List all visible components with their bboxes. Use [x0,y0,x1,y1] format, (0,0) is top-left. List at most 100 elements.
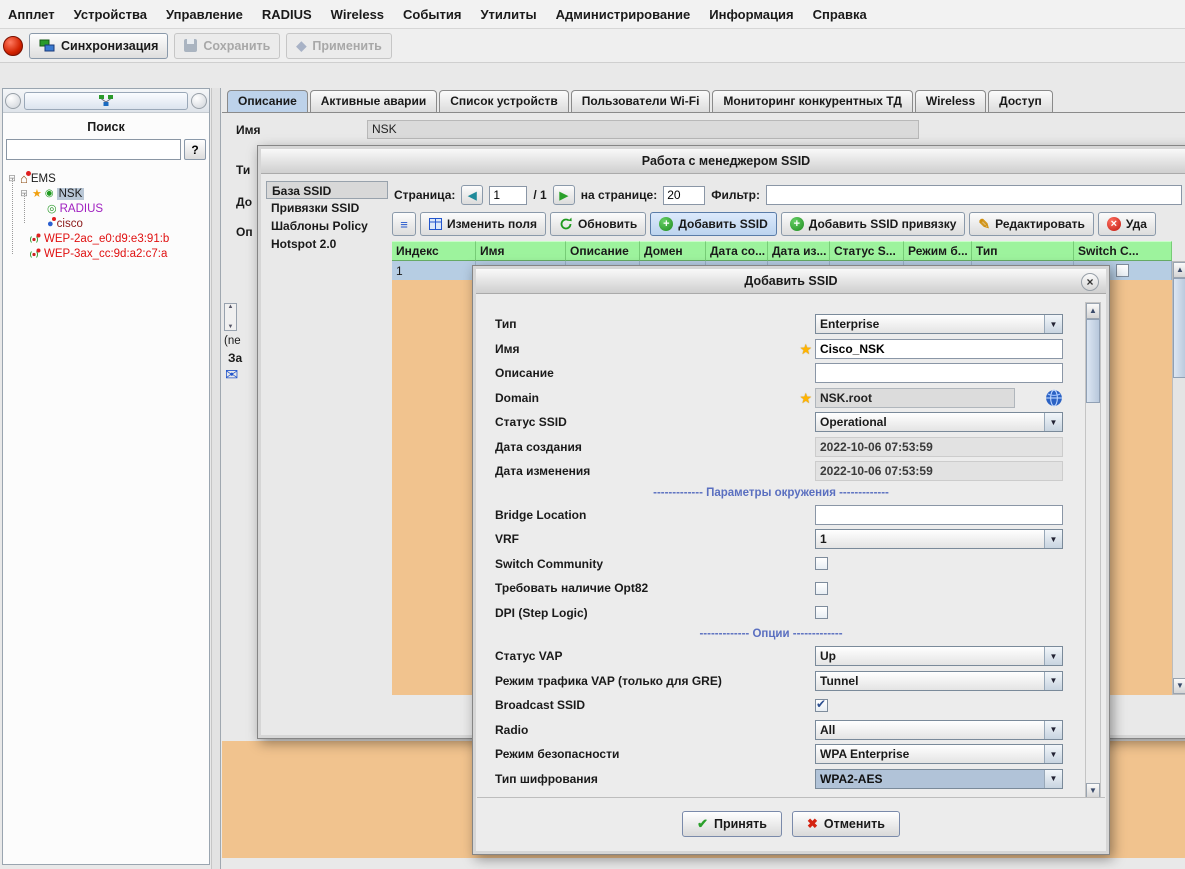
accept-button[interactable]: ✔ Принять [682,811,782,837]
delete-button[interactable]: × Уда [1098,212,1156,236]
side-tab-hotspot[interactable]: Hotspot 2.0 [266,235,388,253]
chevron-down-icon[interactable]: ▼ [1044,721,1062,739]
created-label: Дата создания [479,440,795,454]
tab-competitor-monitoring[interactable]: Мониторинг конкурентных ТД [712,90,912,112]
dpi-checkbox[interactable] [815,606,828,619]
tree-node-wep2ac[interactable]: WEP-2ac_e0:d9:e3:91:b [3,231,209,246]
chevron-down-icon[interactable]: ▼ [1044,315,1062,333]
panel-splitter[interactable] [211,88,221,869]
opt82-checkbox[interactable] [815,582,828,595]
plus-icon: + [659,217,673,231]
ssid-name-input[interactable] [815,339,1063,359]
form-vertical-scrollbar[interactable]: ▲ ▼ [1085,302,1101,800]
tree-node-wep3ax[interactable]: WEP-3ax_cc:9d:a2:c7:a [3,246,209,261]
tab-description[interactable]: Описание [227,90,308,112]
vap-status-combobox[interactable]: Up ▼ [815,646,1063,666]
add-ssid-button[interactable]: + Добавить SSID [650,212,776,236]
column-header-name[interactable]: Имя [476,241,566,261]
security-mode-combobox[interactable]: WPA Enterprise ▼ [815,744,1063,764]
connection-status-icon[interactable] [3,36,23,56]
encryption-type-combobox[interactable]: WPA2-AES ▼ [815,769,1063,789]
menu-devices[interactable]: Устройства [74,7,147,22]
side-tab-ssid-base[interactable]: База SSID [266,181,388,199]
table-columns-icon [429,218,442,230]
tab-access[interactable]: Доступ [988,90,1053,112]
edit-fields-button[interactable]: Изменить поля [420,212,546,236]
domain-browse-button[interactable] [1045,389,1063,407]
tree-node-radius[interactable]: ◎ RADIUS [3,201,209,216]
list-icon: ≡ [400,217,408,232]
column-header-modified[interactable]: Дата из... [768,241,830,261]
column-header-description[interactable]: Описание [566,241,640,261]
column-header-created[interactable]: Дата со... [706,241,768,261]
scrollbar-thumb[interactable] [1086,319,1100,403]
chevron-down-icon[interactable]: ▼ [1044,530,1062,548]
row-checkbox[interactable] [1116,264,1129,277]
partial-scrollbar[interactable]: ▲▼ [224,303,237,331]
column-header-mode[interactable]: Режим б... [904,241,972,261]
page-number-input[interactable] [489,186,527,205]
menu-help[interactable]: Справка [813,7,867,22]
close-button[interactable]: × [1081,273,1099,291]
description-input[interactable] [815,363,1063,383]
cancel-button[interactable]: ✖ Отменить [792,811,900,837]
vap-traffic-combobox[interactable]: Tunnel ▼ [815,671,1063,691]
vrf-combobox[interactable]: 1 ▼ [815,529,1063,549]
switch-community-checkbox[interactable] [815,557,828,570]
menu-management[interactable]: Управление [166,7,243,22]
type-combobox[interactable]: Enterprise ▼ [815,314,1063,334]
menu-applet[interactable]: Апплет [8,7,55,22]
scroll-up-button[interactable]: ▲ [1086,303,1100,319]
search-help-button[interactable]: ? [184,139,206,160]
filter-input[interactable] [766,185,1182,205]
column-header-switch[interactable]: Switch C... [1074,241,1172,261]
menu-administration[interactable]: Администрирование [556,7,691,22]
chevron-down-icon[interactable]: ▼ [1044,745,1062,763]
column-header-index[interactable]: Индекс [392,241,476,261]
menu-utilities[interactable]: Утилиты [480,7,536,22]
chevron-down-icon[interactable]: ▼ [1044,413,1062,431]
side-tab-ssid-bindings[interactable]: Привязки SSID [266,199,388,217]
previous-page-icon: ◀ [468,189,476,202]
tree-node-cisco[interactable]: ● cisco [3,216,209,231]
column-header-domain[interactable]: Домен [640,241,706,261]
edit-button[interactable]: ✎ Редактировать [969,212,1093,236]
add-ssid-binding-button[interactable]: + Добавить SSID привязку [781,212,966,236]
radio-combobox[interactable]: All ▼ [815,720,1063,740]
tab-active-alarms[interactable]: Активные аварии [310,90,437,112]
menu-wireless[interactable]: Wireless [331,7,384,22]
column-header-status[interactable]: Статус S... [830,241,904,261]
scrollbar-thumb[interactable] [1173,278,1185,378]
next-page-button[interactable]: ▶ [553,185,575,205]
chevron-down-icon[interactable]: ▼ [1044,672,1062,690]
view-settings-button[interactable]: ≡ [392,212,416,236]
bridge-location-input[interactable] [815,505,1063,525]
side-tab-policy-templates[interactable]: Шаблоны Policy [266,217,388,235]
tree-node-ems[interactable]: ⊟ ⌂ EMS [3,171,209,186]
scroll-down-button[interactable]: ▼ [1173,678,1185,694]
table-vertical-scrollbar[interactable]: ▲ ▼ [1172,261,1185,695]
chevron-down-icon[interactable]: ▼ [1044,647,1062,665]
panel-collapse-left-button[interactable] [5,93,21,109]
menu-information[interactable]: Информация [709,7,793,22]
menu-events[interactable]: События [403,7,461,22]
panel-collapse-right-button[interactable] [191,93,207,109]
tab-device-list[interactable]: Список устройств [439,90,569,112]
search-input[interactable] [6,139,181,160]
menu-radius[interactable]: RADIUS [262,7,312,22]
previous-page-button[interactable]: ◀ [461,185,483,205]
scroll-up-button[interactable]: ▲ [1173,262,1185,278]
tree-root-button[interactable] [24,92,188,110]
chevron-down-icon[interactable]: ▼ [1044,770,1062,788]
per-page-input[interactable] [663,186,705,205]
ssid-status-combobox[interactable]: Operational ▼ [815,412,1063,432]
tree-node-nsk[interactable]: ⊟ ★ ◉ NSK [3,186,209,201]
tab-wireless[interactable]: Wireless [915,90,986,112]
broadcast-checkbox[interactable]: ✔ [815,699,828,712]
column-header-type[interactable]: Тип [972,241,1074,261]
refresh-button[interactable]: Обновить [550,212,646,236]
apply-button[interactable]: ◆ Применить [286,33,392,59]
tab-wifi-users[interactable]: Пользователи Wi-Fi [571,90,711,112]
save-button[interactable]: Сохранить [174,33,280,59]
sync-button[interactable]: Синхронизация [29,33,168,59]
